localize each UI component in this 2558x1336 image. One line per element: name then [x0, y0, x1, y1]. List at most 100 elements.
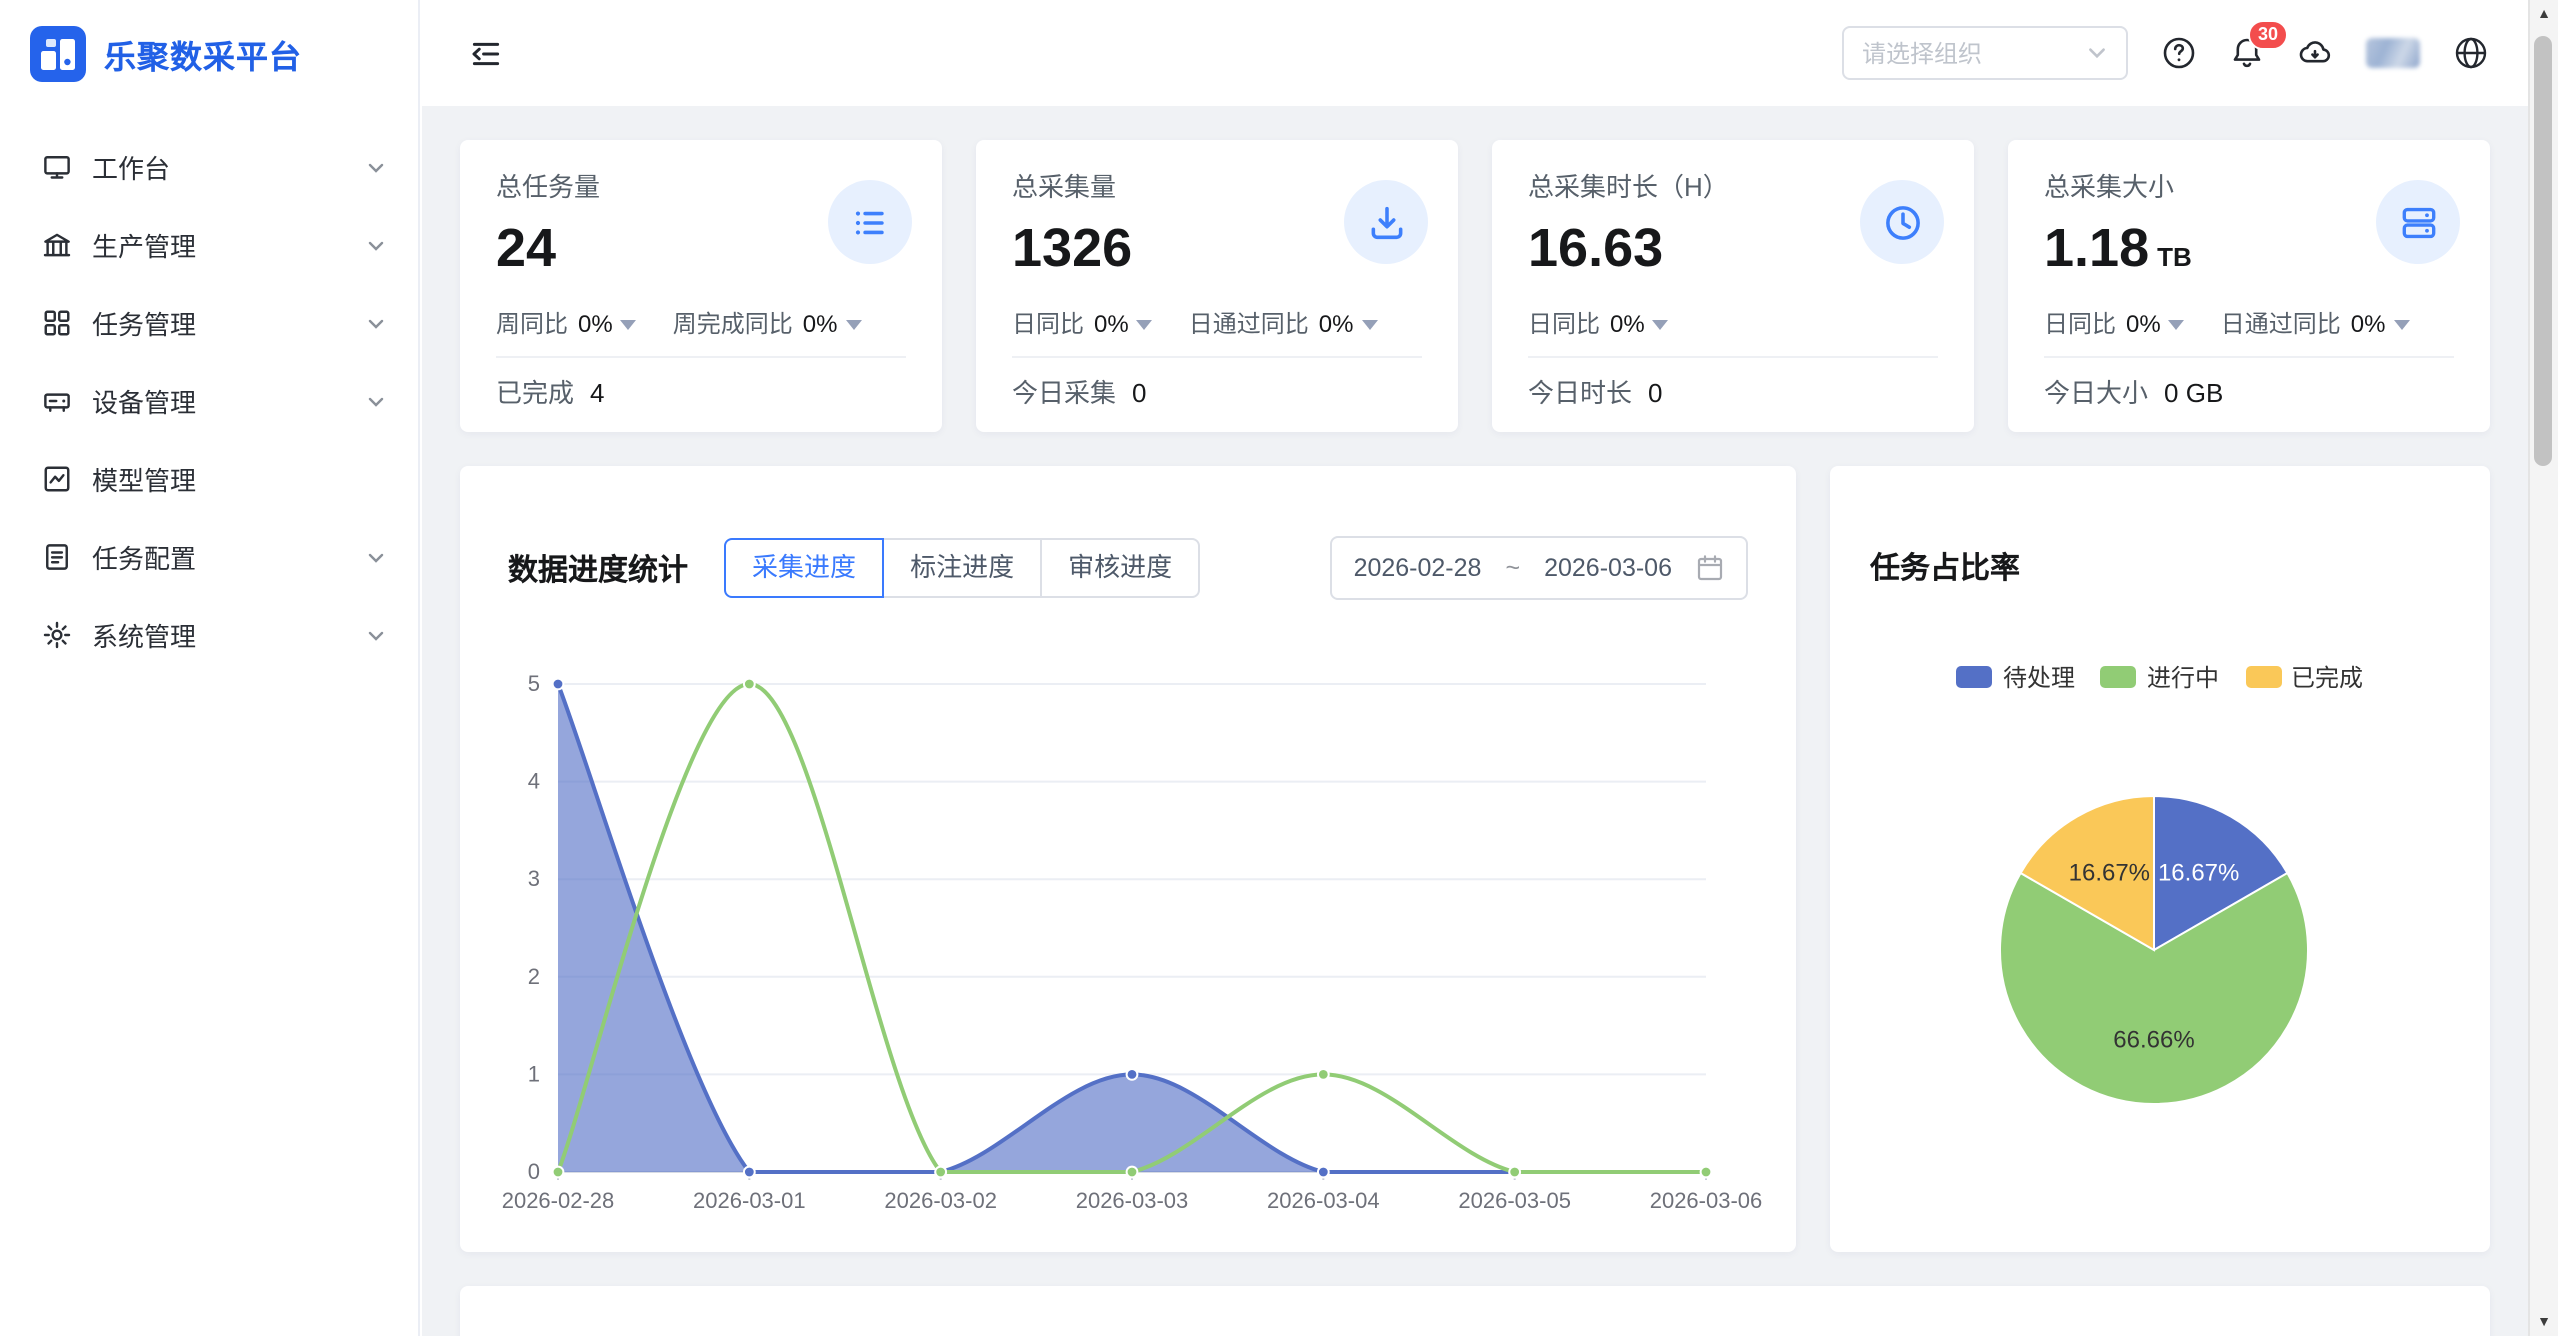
stat-footer: 已完成4 [496, 372, 605, 410]
task-list-icon [828, 180, 912, 264]
chevron-down-icon [366, 313, 386, 333]
sidebar-item-label: 系统管理 [92, 616, 196, 654]
bank-icon [42, 230, 72, 260]
org-select-placeholder: 请选择组织 [1862, 36, 1982, 70]
tab-collection-progress[interactable]: 采集进度 [724, 538, 884, 598]
stat-card-total-collections: 总采集量 1326 日同比0% 日通过同比0% 今日采集0 [976, 140, 1458, 432]
caret-down-icon[interactable] [1137, 320, 1153, 330]
device-icon [42, 386, 72, 416]
sidebar-item-task-config[interactable]: 任务配置 [0, 518, 418, 596]
svg-text:66.66%: 66.66% [2113, 1026, 2194, 1053]
svg-text:2026-03-05: 2026-03-05 [1458, 1188, 1571, 1213]
svg-text:4: 4 [528, 769, 540, 794]
cloud-download-icon[interactable] [2298, 36, 2332, 70]
logo[interactable]: 乐聚数采平台 [0, 0, 418, 106]
stat-card-total-duration: 总采集时长（H） 16.63 日同比0% 今日时长0 [1492, 140, 1974, 432]
legend-label: 已完成 [2291, 660, 2363, 694]
tab-review-progress[interactable]: 审核进度 [1040, 538, 1200, 598]
sidebar-item-label: 设备管理 [92, 382, 196, 420]
notifications-button[interactable]: 30 [2230, 36, 2264, 70]
svg-text:5: 5 [528, 671, 540, 696]
bottom-card [460, 1286, 2490, 1336]
svg-text:1: 1 [528, 1061, 540, 1086]
header: 请选择组织 30 [422, 0, 2528, 106]
task-pie-chart: 16.67% 66.66% 16.67% [1870, 710, 2450, 1190]
sidebar-item-models[interactable]: 模型管理 [0, 440, 418, 518]
notification-badge: 30 [2248, 20, 2288, 50]
svg-text:3: 3 [528, 866, 540, 891]
chevron-down-icon [366, 391, 386, 411]
divider [2044, 356, 2454, 358]
sidebar-item-production[interactable]: 生产管理 [0, 206, 418, 284]
divider [1012, 356, 1422, 358]
pie-legend: 待处理 进行中 已完成 [1870, 660, 2450, 694]
help-icon[interactable] [2162, 36, 2196, 70]
svg-text:0: 0 [528, 1159, 540, 1184]
gear-icon [42, 620, 72, 650]
progress-chart-card: 数据进度统计 采集进度 标注进度 审核进度 2026-02-28 ~ 2026-… [460, 466, 1796, 1252]
svg-text:2026-03-06: 2026-03-06 [1650, 1188, 1763, 1213]
svg-text:2026-03-02: 2026-03-02 [884, 1188, 997, 1213]
stat-metrics: 周同比0% 周完成同比0% [496, 306, 906, 340]
charts-row: 数据进度统计 采集进度 标注进度 审核进度 2026-02-28 ~ 2026-… [460, 466, 2490, 1252]
sidebar-item-label: 任务配置 [92, 538, 196, 576]
sidebar-item-label: 模型管理 [92, 460, 196, 498]
progress-chart-header: 数据进度统计 采集进度 标注进度 审核进度 2026-02-28 ~ 2026-… [460, 466, 1796, 600]
svg-text:2026-03-04: 2026-03-04 [1267, 1188, 1380, 1213]
divider [496, 356, 906, 358]
sidebar-item-system[interactable]: 系统管理 [0, 596, 418, 674]
caret-down-icon[interactable] [845, 320, 861, 330]
sidebar-item-devices[interactable]: 设备管理 [0, 362, 418, 440]
svg-text:2: 2 [528, 964, 540, 989]
legend-item-pending[interactable]: 待处理 [1957, 660, 2075, 694]
sidebar: 乐聚数采平台 工作台 生产管理 [0, 0, 420, 1336]
svg-text:2026-02-28: 2026-02-28 [502, 1188, 615, 1213]
sidebar-item-label: 任务管理 [92, 304, 196, 342]
download-icon [1344, 180, 1428, 264]
monitor-icon [42, 152, 72, 182]
avatar[interactable] [2366, 38, 2420, 68]
storage-icon [2376, 180, 2460, 264]
legend-swatch [2245, 666, 2281, 688]
scrollbar-thumb[interactable] [2534, 36, 2552, 466]
collapse-sidebar-button[interactable] [468, 35, 504, 71]
tab-annotation-progress[interactable]: 标注进度 [882, 538, 1042, 598]
stat-footer: 今日大小0 GB [2044, 372, 2223, 410]
sidebar-item-workbench[interactable]: 工作台 [0, 128, 418, 206]
menu-fold-icon [468, 35, 504, 71]
calendar-icon [1696, 554, 1724, 582]
scrollbar-up-arrow[interactable]: ▲ [2530, 0, 2558, 28]
svg-text:2026-03-03: 2026-03-03 [1076, 1188, 1189, 1213]
svg-text:16.67%: 16.67% [2158, 860, 2239, 887]
legend-swatch [1957, 666, 1993, 688]
divider [1528, 356, 1938, 358]
model-chart-icon [42, 464, 72, 494]
caret-down-icon[interactable] [2169, 320, 2185, 330]
globe-icon[interactable] [2454, 36, 2488, 70]
sidebar-item-label: 生产管理 [92, 226, 196, 264]
chevron-down-icon [366, 547, 386, 567]
caret-down-icon[interactable] [1653, 320, 1669, 330]
sidebar-item-tasks[interactable]: 任务管理 [0, 284, 418, 362]
header-actions: 请选择组织 30 [1842, 26, 2488, 80]
stat-card-total-tasks: 总任务量 24 周同比0% 周完成同比0% 已完成4 [460, 140, 942, 432]
sidebar-menu: 工作台 生产管理 任务管理 [0, 106, 418, 674]
stat-footer: 今日采集0 [1012, 372, 1147, 410]
app-root: 乐聚数采平台 工作台 生产管理 [0, 0, 2558, 1336]
caret-down-icon[interactable] [2393, 320, 2409, 330]
legend-item-completed[interactable]: 已完成 [2245, 660, 2363, 694]
org-select[interactable]: 请选择组织 [1842, 26, 2128, 80]
page-scrollbar[interactable]: ▲ ▼ [2528, 0, 2558, 1336]
date-start: 2026-02-28 [1354, 554, 1482, 582]
caret-down-icon[interactable] [621, 320, 637, 330]
scrollbar-down-arrow[interactable]: ▼ [2530, 1308, 2558, 1336]
date-range-picker[interactable]: 2026-02-28 ~ 2026-03-06 [1330, 536, 1748, 600]
legend-item-in-progress[interactable]: 进行中 [2101, 660, 2219, 694]
caret-down-icon[interactable] [1361, 320, 1377, 330]
clock-icon [1860, 180, 1944, 264]
date-separator: ~ [1505, 554, 1520, 582]
svg-text:16.67%: 16.67% [2069, 860, 2150, 887]
stat-footer: 今日时长0 [1528, 372, 1663, 410]
app-title: 乐聚数采平台 [104, 29, 302, 77]
progress-chart-title: 数据进度统计 [508, 547, 688, 589]
